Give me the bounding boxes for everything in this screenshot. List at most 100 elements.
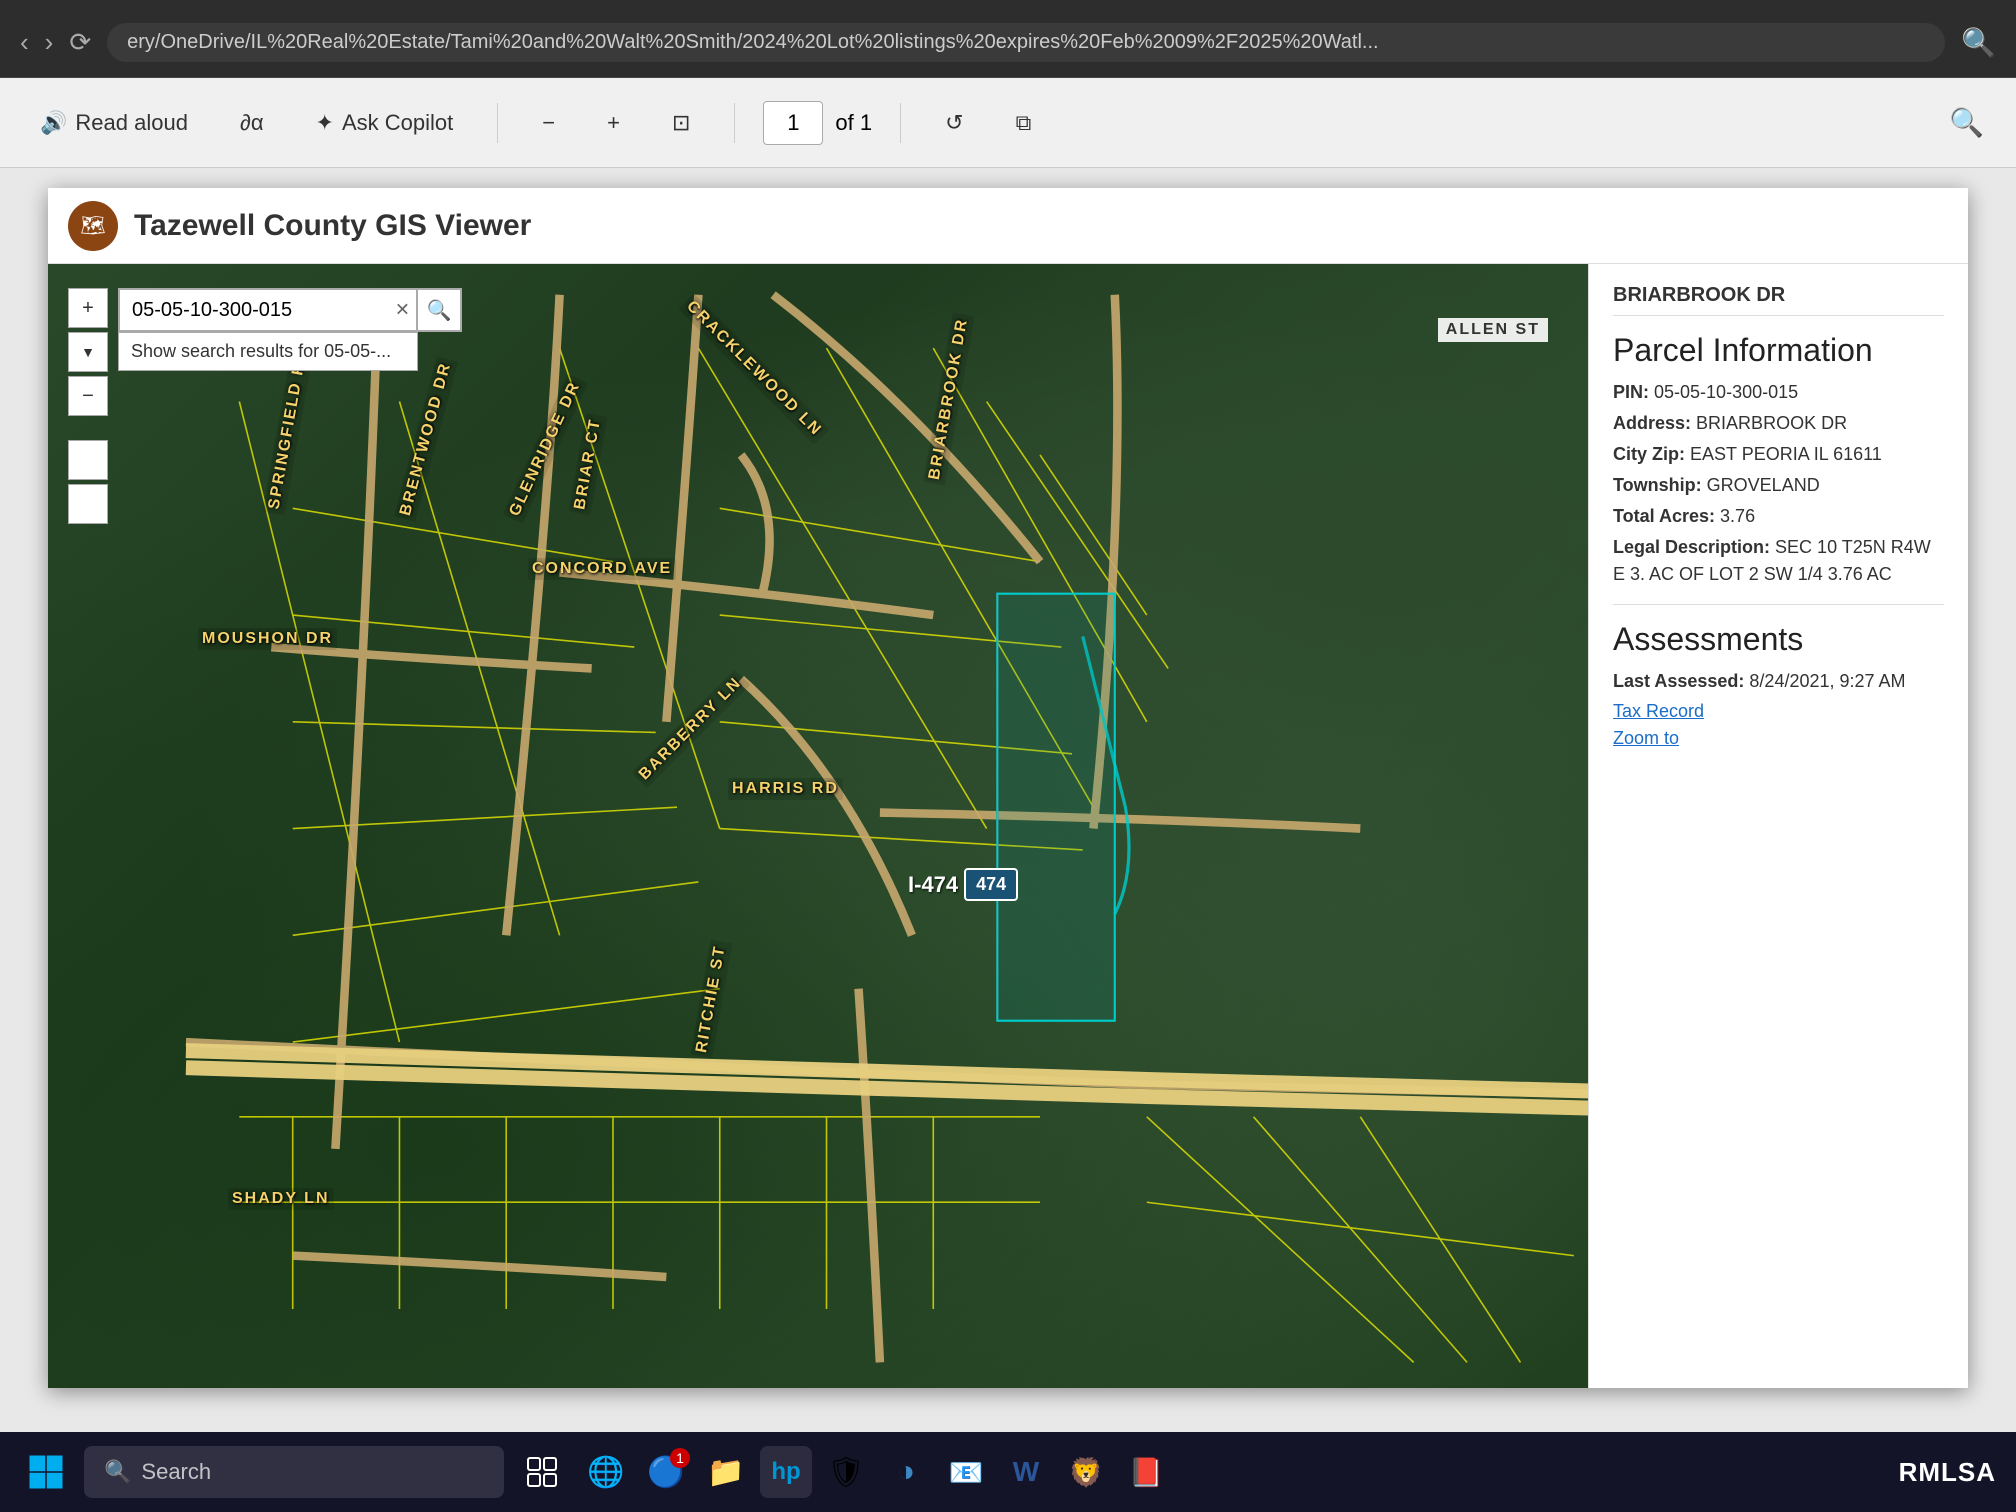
parcel-divider (1613, 604, 1944, 605)
hp-logo-icon: hp (771, 1458, 800, 1486)
taskbar-task-view[interactable] (516, 1446, 568, 1498)
search-go-icon: 🔍 (427, 298, 452, 323)
rotate-button[interactable]: ↺ (929, 102, 979, 144)
read-aloud-icon: 🔊 (40, 110, 67, 136)
word-icon: W (1013, 1456, 1039, 1488)
parcel-address-value: BRIARBROOK DR (1696, 413, 1847, 433)
main-content-area: 🗺 Tazewell County GIS Viewer + ▼ − (0, 168, 2016, 1432)
folder-icon: 📁 (707, 1455, 744, 1490)
parcel-township-value: GROVELAND (1707, 475, 1820, 495)
fit-page-button[interactable]: ⊡ (656, 102, 706, 144)
notification-count: 1 (670, 1448, 690, 1468)
browser-search-icon[interactable]: 🔍 (1961, 26, 1996, 59)
tax-record-link[interactable]: Tax Record (1613, 701, 1944, 722)
parcel-pin-value: 05-05-10-300-015 (1654, 382, 1798, 402)
copy-button[interactable]: ⧉ (1000, 102, 1048, 144)
forward-icon[interactable]: › (45, 27, 54, 58)
parcel-city-zip-label: City Zip: (1613, 444, 1685, 464)
zoom-in-button[interactable]: + (591, 102, 636, 144)
parcel-search-input[interactable] (118, 288, 418, 332)
map-zoom-out-button[interactable]: − (68, 376, 108, 416)
parcel-street-name: BRIARBROOK DR (1613, 284, 1944, 316)
map-nav-button-1[interactable] (68, 440, 108, 480)
parcel-legal-field: Legal Description: SEC 10 T25N R4W E 3. … (1613, 534, 1944, 588)
highway-shield-text: 474 (976, 874, 1006, 894)
taskbar-hp-app[interactable]: hp (760, 1446, 812, 1498)
copy-icon: ⧉ (1016, 110, 1032, 136)
gis-container: 🗺 Tazewell County GIS Viewer + ▼ − (48, 188, 1968, 1388)
parcel-township-label: Township: (1613, 475, 1702, 495)
parcel-pin-label: PIN: (1613, 382, 1649, 402)
zoom-controls: + (68, 288, 108, 328)
ask-copilot-label: Ask Copilot (342, 110, 453, 136)
parcel-pin-field: PIN: 05-05-10-300-015 (1613, 379, 1944, 406)
parcel-info-panel: BRIARBROOK DR Parcel Information PIN: 05… (1588, 264, 1968, 1388)
plus-icon: + (607, 110, 620, 136)
pdf-page: 🗺 Tazewell County GIS Viewer + ▼ − (48, 188, 1968, 1388)
pdf-icon: 📕 (1129, 1456, 1164, 1489)
parcel-assessed-label: Last Assessed: (1613, 671, 1744, 691)
shield-icon: 🛡 (827, 1455, 865, 1490)
parcel-city-zip-field: City Zip: EAST PEORIA IL 61611 (1613, 441, 1944, 468)
fit-page-icon: ⊡ (672, 110, 690, 136)
taskbar-search-icon: 🔍 (104, 1459, 131, 1485)
taskbar: 🔍 Search 🌐 🔵 1 📁 hp 🛡 ◑ 📧 (0, 1432, 2016, 1512)
dictate-label: ∂α (240, 110, 264, 136)
dictate-button[interactable]: ∂α (224, 102, 280, 144)
outlook-icon: 📧 (949, 1456, 984, 1489)
parcel-assessed-field: Last Assessed: 8/24/2021, 9:27 AM (1613, 668, 1944, 695)
ask-copilot-button[interactable]: ✦ Ask Copilot (300, 102, 470, 144)
page-number-input[interactable] (763, 101, 823, 145)
toolbar-separator-3 (900, 103, 901, 143)
parcel-acres-field: Total Acres: 3.76 (1613, 503, 1944, 530)
layer-toggle-row: ▼ (68, 332, 108, 372)
zoom-out-row: − (68, 376, 108, 416)
map-nav-button-2[interactable] (68, 484, 108, 524)
read-aloud-button[interactable]: 🔊 Read aloud (24, 102, 204, 144)
taskbar-word[interactable]: W (1000, 1446, 1052, 1498)
taskbar-outlook[interactable]: 📧 (940, 1446, 992, 1498)
taskbar-search-box[interactable]: 🔍 Search (84, 1446, 504, 1498)
assessments-title: Assessments (1613, 621, 1944, 658)
address-bar: ‹ › ⟳ ery/OneDrive/IL%20Real%20Estate/Ta… (0, 8, 2016, 78)
start-button[interactable] (20, 1446, 72, 1498)
taskbar-edge-browser[interactable]: 🌐 (580, 1446, 632, 1498)
taskbar-brave[interactable]: 🦁 (1060, 1446, 1112, 1498)
taskbar-pdf-app[interactable]: 📕 (1120, 1446, 1172, 1498)
layer-expand-button[interactable]: ▼ (68, 332, 108, 372)
parcel-city-zip-value: EAST PEORIA IL 61611 (1690, 444, 1882, 464)
taskbar-microsoft-edge[interactable]: ◑ (880, 1446, 932, 1498)
taskbar-search-text: Search (141, 1459, 211, 1485)
road-label-allen: ALLEN ST (1438, 318, 1548, 342)
refresh-icon[interactable]: ⟳ (69, 27, 91, 58)
taskbar-brand-label: RMLSA (1899, 1457, 1996, 1488)
pdf-search-icon[interactable]: 🔍 (1941, 98, 1992, 147)
back-icon[interactable]: ‹ (20, 27, 29, 58)
pdf-toolbar: 🔊 Read aloud ∂α ✦ Ask Copilot − + ⊡ of 1… (0, 78, 2016, 168)
zoom-to-link[interactable]: Zoom to (1613, 728, 1944, 749)
address-url[interactable]: ery/OneDrive/IL%20Real%20Estate/Tami%20a… (107, 23, 1945, 62)
toolbar-separator-2 (734, 103, 735, 143)
taskbar-notification-badge[interactable]: 🔵 1 (640, 1446, 692, 1498)
parcel-assessed-value: 8/24/2021, 9:27 AM (1749, 671, 1905, 691)
search-clear-icon[interactable]: ✕ (395, 300, 410, 321)
taskbar-file-explorer[interactable]: 📁 (700, 1446, 752, 1498)
brave-icon: 🦁 (1069, 1456, 1104, 1489)
task-view-icon (527, 1457, 557, 1487)
search-hint: Show search results for 05-05-... (118, 332, 418, 371)
zoom-out-button[interactable]: − (526, 102, 571, 144)
search-box: ✕ Show search results for 05-05-... 🔍 (118, 288, 462, 332)
gis-logo-icon: 🗺 (80, 213, 105, 238)
search-go-button[interactable]: 🔍 (418, 288, 462, 332)
browser-chrome-top (0, 0, 2016, 8)
map-zoom-in-button[interactable]: + (68, 288, 108, 328)
taskbar-security-app[interactable]: 🛡 (820, 1446, 872, 1498)
edge-icon-2: ◑ (897, 1455, 915, 1489)
parcel-acres-label: Total Acres: (1613, 506, 1715, 526)
parcel-township-field: Township: GROVELAND (1613, 472, 1944, 499)
gis-logo: 🗺 (68, 201, 118, 251)
copilot-icon: ✦ (316, 110, 334, 136)
page-navigation: of 1 (763, 101, 872, 145)
parcel-info-title: Parcel Information (1613, 332, 1944, 369)
gis-title: Tazewell County GIS Viewer (134, 209, 531, 243)
